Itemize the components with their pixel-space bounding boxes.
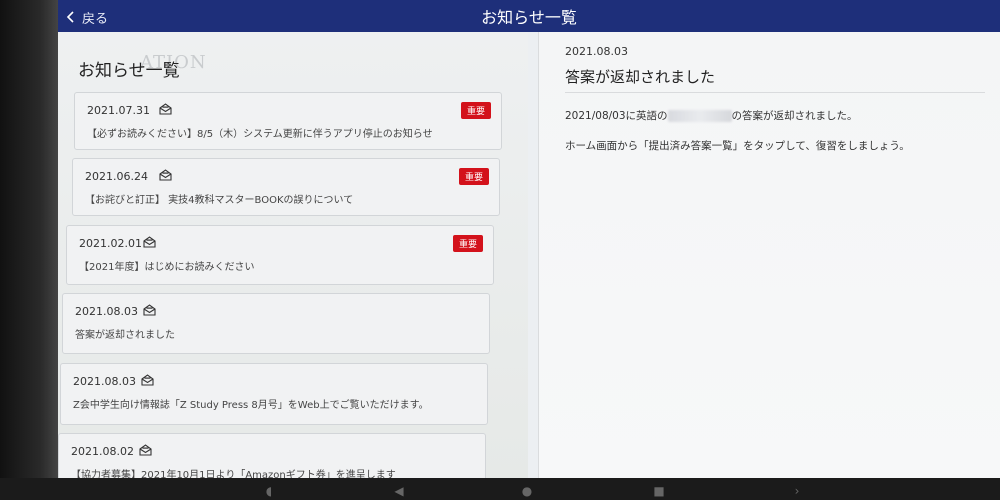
app-header: 戻る お知らせ一覧 [58,0,1000,32]
chevron-nav-icon: › [794,484,800,498]
app-screen: 戻る お知らせ一覧 ATION お知らせ一覧 2021.07.31 重要 【必ず… [58,0,1000,478]
notice-list-pane: ATION お知らせ一覧 2021.07.31 重要 【必ずお読みください】8/… [58,32,528,478]
recents-nav-icon: ■ [653,484,665,498]
detail-title: 答案が返却されました [565,68,716,86]
mail-icon [159,103,172,115]
mail-icon [159,169,172,181]
list-title: お知らせ一覧 [78,61,180,81]
notice-date: 2021.08.03 [73,375,136,388]
mail-icon [143,236,156,248]
notice-title: 【2021年度】はじめにお読みください [79,262,255,273]
notice-item[interactable]: 2021.08.03 Z会中学生向け情報誌「Z Study Press 8月号」… [60,363,488,425]
device-bottom-bar: ◖ ◀ ● ■ › [0,478,1000,500]
notice-title: 【必ずお読みください】8/5（木）システム更新に伴うアプリ停止のお知らせ [87,129,433,140]
notice-item[interactable]: 2021.08.03 答案が返却されました [62,293,490,354]
notice-title: 答案が返却されました [75,330,175,341]
detail-body-line2: ホーム画面から「提出済み答案一覧」をタップして、復習をしましょう。 [565,140,910,152]
notice-date: 2021.07.31 [87,104,150,117]
important-badge: 重要 [452,235,483,252]
detail-body-line1: 2021/08/03に英語の の答案が返却されました。 [565,108,858,123]
notice-date: 2021.08.03 [75,305,138,318]
notice-date: 2021.02.01 [79,237,142,250]
mail-icon [143,304,156,316]
notice-item[interactable]: 2021.08.02 【協力者募集】2021年10月1日より「Amazonギフト… [58,433,486,478]
notice-date: 2021.08.02 [71,445,134,458]
home-nav-icon: ● [521,484,533,498]
notice-title: Z会中学生向け情報誌「Z Study Press 8月号」をWeb上でご覧いただ… [73,400,429,411]
back-nav-icon: ◀ [394,484,404,498]
volume-icon: ◖ [265,484,273,498]
notice-date: 2021.06.24 [85,170,148,183]
detail-body-suffix: の答案が返却されました。 [731,110,858,122]
important-badge: 重要 [460,102,491,119]
important-badge: 重要 [458,168,489,185]
notice-item[interactable]: 2021.02.01 重要 【2021年度】はじめにお読みください [66,225,494,285]
redacted-text [667,110,732,122]
detail-divider [565,92,985,93]
notice-detail-pane: 2021.08.03 答案が返却されました 2021/08/03に英語の の答案が… [539,32,1000,478]
notice-title: 【協力者募集】2021年10月1日より「Amazonギフト券」を進呈します [71,470,396,478]
detail-body-prefix: 2021/08/03に英語の [565,110,668,122]
device-bezel [0,0,58,500]
notice-item[interactable]: 2021.06.24 重要 【お詫びと訂正】 実技4教科マスターBOOKの誤りに… [72,158,500,216]
detail-date: 2021.08.03 [565,45,628,58]
mail-icon [139,444,152,456]
mail-icon [141,374,154,386]
notice-item[interactable]: 2021.07.31 重要 【必ずお読みください】8/5（木）システム更新に伴う… [74,92,502,150]
notice-title: 【お詫びと訂正】 実技4教科マスターBOOKの誤りについて [85,195,354,206]
page-title: お知らせ一覧 [481,8,577,27]
